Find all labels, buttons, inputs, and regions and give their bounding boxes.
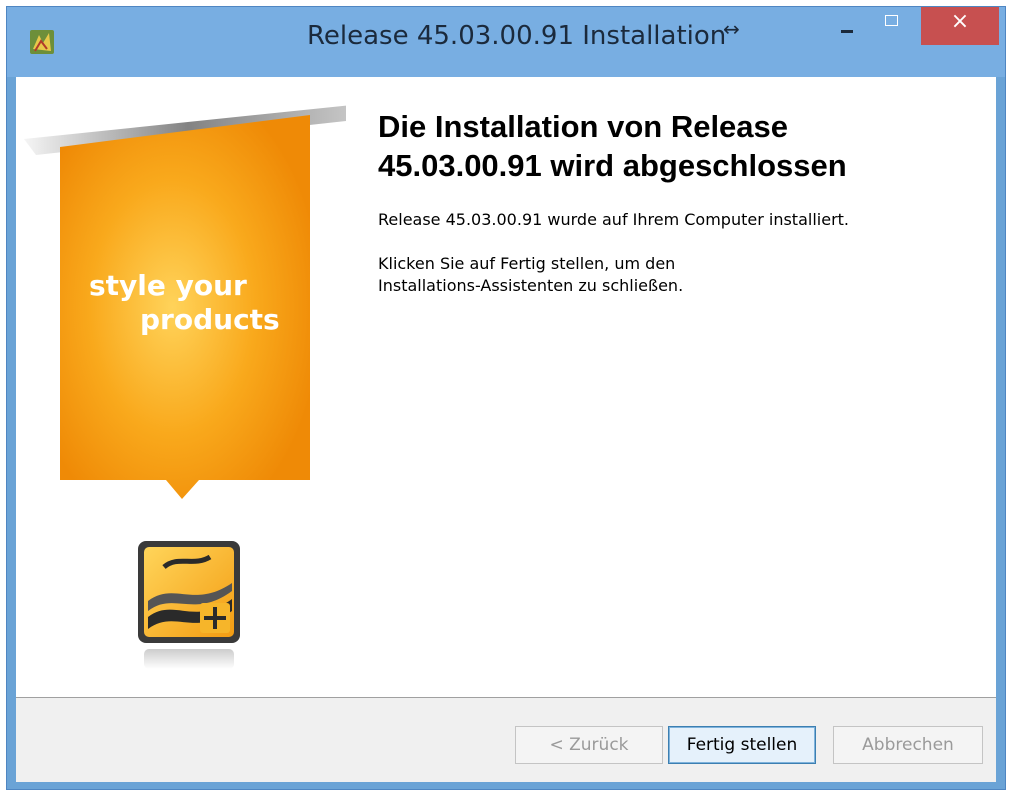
slogan-line-2: products [140, 303, 280, 336]
maximize-button[interactable] [871, 7, 911, 43]
close-icon: × [950, 9, 970, 34]
page-title: Die Installation von Release 45.03.00.91… [378, 109, 847, 183]
style-your-products-logo-icon [138, 541, 240, 669]
window-title: Release 45.03.00.91 Installation [307, 21, 727, 51]
finish-instruction-line-2: Installations-Assistenten zu schließen. [378, 276, 684, 295]
install-complete-text: Release 45.03.00.91 wurde auf Ihrem Comp… [378, 210, 849, 229]
wizard-sidebar: style your products [16, 77, 346, 697]
title-bar[interactable]: Release 45.03.00.91 Installation ↔ × [7, 7, 1005, 77]
finish-instruction-line-1: Klicken Sie auf Fertig stellen, um den [378, 254, 676, 273]
finish-instruction-text: Klicken Sie auf Fertig stellen, um den I… [378, 253, 978, 297]
minimize-icon [841, 30, 853, 33]
minimize-button[interactable] [827, 7, 867, 43]
resize-arrows-icon: ↔ [723, 17, 740, 41]
finish-button[interactable]: Fertig stellen [668, 726, 816, 764]
wizard-content: Die Installation von Release 45.03.00.91… [378, 107, 978, 319]
back-button[interactable]: < Zurück [515, 726, 663, 764]
maximize-icon [885, 15, 898, 26]
installer-app-icon [30, 30, 54, 54]
cancel-button[interactable]: Abbrechen [833, 726, 983, 764]
close-button[interactable]: × [921, 7, 999, 45]
wizard-footer: < Zurück Fertig stellen Abbrechen [16, 698, 996, 782]
installer-window: Release 45.03.00.91 Installation ↔ × sty… [6, 6, 1006, 790]
wizard-client-area: style your products Die Installation von… [16, 77, 996, 782]
slogan-line-1: style your [89, 269, 247, 302]
